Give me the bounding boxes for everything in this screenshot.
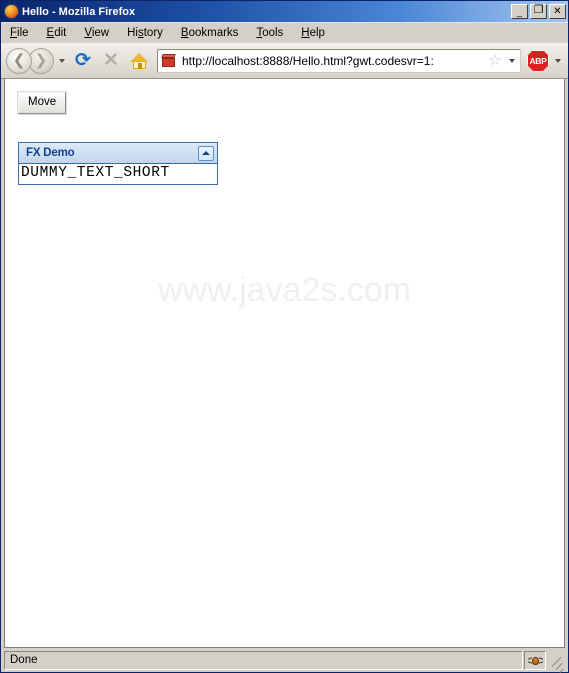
fx-demo-panel-text: DUMMY_TEXT_SHORT xyxy=(21,165,170,181)
menu-history[interactable]: History xyxy=(127,25,172,41)
fx-demo-panel-body: DUMMY_TEXT_SHORT xyxy=(19,164,217,184)
back-arrow-icon: ❮ xyxy=(12,51,26,69)
menu-file[interactable]: File xyxy=(10,25,38,41)
resize-grip-icon[interactable] xyxy=(548,651,566,673)
stop-button[interactable]: ✕ xyxy=(97,47,125,75)
status-text: Done xyxy=(4,650,523,670)
reload-button[interactable]: ⟳ xyxy=(69,47,97,75)
content-wrapper: Move FX Demo DUMMY_TEXT_SHORT www.java2s… xyxy=(1,79,568,648)
menu-bookmarks[interactable]: Bookmarks xyxy=(181,25,248,41)
history-dropdown-icon[interactable] xyxy=(59,58,65,63)
menu-view[interactable]: View xyxy=(84,25,118,41)
home-button[interactable] xyxy=(125,47,153,75)
firebug-icon xyxy=(527,655,543,666)
minimize-button[interactable]: _ xyxy=(511,4,528,19)
browser-window: Hello - Mozilla Firefox _ ❐ ✕ File Edit … xyxy=(0,0,569,673)
fx-demo-panel-title: FX Demo xyxy=(26,147,75,159)
address-input[interactable]: http://localhost:8888/Hello.html?gwt.cod… xyxy=(182,54,487,68)
site-identity-icon xyxy=(161,53,178,69)
watermark: www.java2s.com xyxy=(157,271,412,309)
menu-bar: File Edit View History Bookmarks Tools H… xyxy=(1,22,568,43)
window-controls: _ ❐ ✕ xyxy=(511,4,566,19)
menu-tools[interactable]: Tools xyxy=(256,25,292,41)
adblock-plus-icon[interactable]: ABP xyxy=(527,49,549,72)
address-bar[interactable]: http://localhost:8888/Hello.html?gwt.cod… xyxy=(157,48,521,73)
status-bar: Done xyxy=(1,648,568,673)
url-dropdown-icon[interactable] xyxy=(509,58,515,63)
fx-demo-panel-header: FX Demo xyxy=(19,143,217,164)
close-icon: ✕ xyxy=(553,6,562,17)
move-button[interactable]: Move xyxy=(18,92,67,114)
star-icon[interactable]: ☆ xyxy=(487,53,503,68)
maximize-button[interactable]: ❐ xyxy=(530,4,547,19)
stop-icon: ✕ xyxy=(103,50,119,71)
reload-icon: ⟳ xyxy=(75,49,91,71)
adblock-dropdown-icon[interactable] xyxy=(555,58,561,63)
home-icon xyxy=(129,52,149,69)
back-forward-group: ❮ ❯ xyxy=(6,47,69,74)
collapse-up-icon[interactable] xyxy=(198,145,214,161)
page-viewport: Move FX Demo DUMMY_TEXT_SHORT www.java2s… xyxy=(4,79,565,648)
navigation-toolbar: ❮ ❯ ⟳ ✕ http://localhost:8888/Hello.html… xyxy=(1,43,568,79)
forward-arrow-icon: ❯ xyxy=(34,51,48,69)
title-bar: Hello - Mozilla Firefox _ ❐ ✕ xyxy=(1,1,568,22)
menu-edit[interactable]: Edit xyxy=(47,25,76,41)
menu-help[interactable]: Help xyxy=(301,25,334,41)
firefox-logo-icon xyxy=(4,4,19,19)
firebug-button[interactable] xyxy=(524,650,546,670)
close-button[interactable]: ✕ xyxy=(549,4,566,19)
window-title: Hello - Mozilla Firefox xyxy=(22,5,136,18)
back-button[interactable]: ❮ xyxy=(6,47,32,74)
minimize-icon: _ xyxy=(516,7,522,17)
maximize-icon: ❐ xyxy=(533,4,544,16)
fx-demo-panel: FX Demo DUMMY_TEXT_SHORT xyxy=(18,142,218,185)
